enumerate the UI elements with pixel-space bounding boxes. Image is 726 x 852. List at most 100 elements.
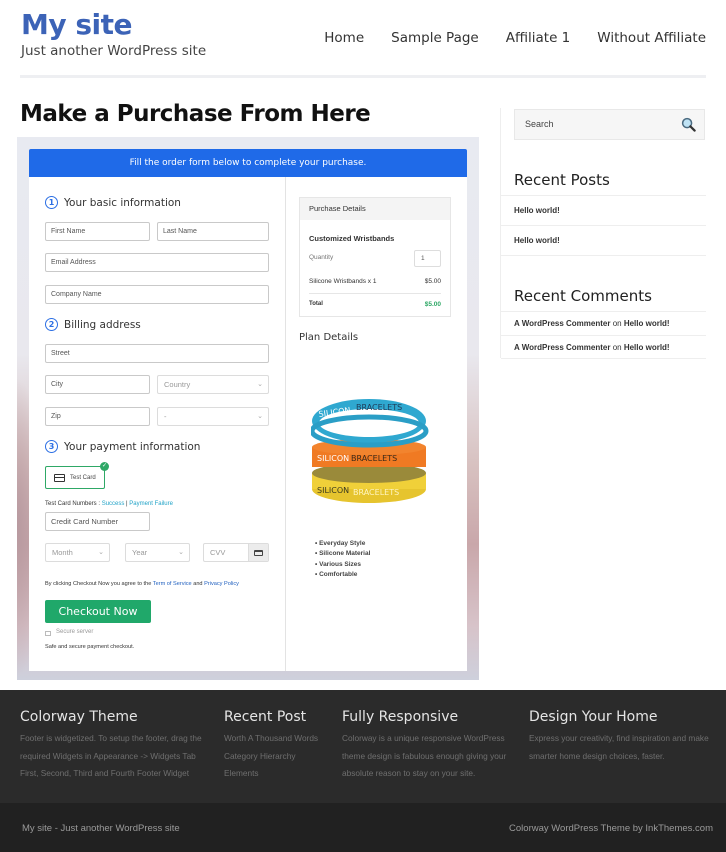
- comment-on: on: [610, 343, 624, 352]
- footer-widgets: Colorway Theme Footer is widgetized. To …: [0, 690, 726, 803]
- month-select[interactable]: Month ⌄: [45, 543, 110, 562]
- cvv-placeholder: CVV: [210, 548, 226, 557]
- footer-text: Colorway is a unique responsive WordPres…: [342, 733, 505, 743]
- chevron-down-icon: ⌄: [98, 549, 104, 556]
- country-value: Country: [164, 380, 191, 389]
- search-icon[interactable]: [681, 117, 696, 132]
- footer-text: absolute reason to stay on your site.: [342, 768, 476, 778]
- nav-home[interactable]: Home: [324, 30, 364, 46]
- year-select[interactable]: Year ⌄: [125, 543, 190, 562]
- section-title: Billing address: [64, 318, 141, 331]
- search-placeholder: Search: [525, 119, 554, 129]
- terms-of-service-link[interactable]: Term of Service: [153, 581, 192, 587]
- footer-post-link[interactable]: Worth A Thousand Words: [224, 730, 318, 748]
- terms-prefix: By clicking Checkout Now you agree to th…: [45, 581, 153, 587]
- first-name-field[interactable]: First Name: [45, 222, 150, 241]
- checkout-form: 1 Your basic information First Name Last…: [29, 177, 467, 671]
- total-value: $5.00: [424, 301, 441, 308]
- bracelets-image: SILICON BRACELETS SILICON BRACELETS SILI…: [311, 399, 429, 503]
- terms-text: By clicking Checkout Now you agree to th…: [45, 581, 239, 587]
- city-field[interactable]: City: [45, 375, 150, 394]
- footer-text: theme design is fabulous enough giving y…: [342, 750, 507, 761]
- search-input[interactable]: Search: [514, 109, 705, 140]
- step-number: 2: [45, 318, 58, 331]
- footer-site-credit[interactable]: My site - Just another WordPress site: [22, 823, 180, 834]
- footer-text: Express your creativity, find inspiratio…: [529, 733, 709, 743]
- test-card-label: Test Card: [70, 474, 96, 481]
- page-title: Make a Purchase From Here: [20, 101, 371, 127]
- nav-affiliate-1[interactable]: Affiliate 1: [506, 30, 571, 46]
- feature-item: • Silicone Material: [315, 550, 371, 558]
- checkout-screenshot: Fill the order form below to complete yo…: [17, 137, 479, 680]
- footer-col-recent-post: Recent Post Worth A Thousand Words Categ…: [224, 709, 318, 783]
- zip-field[interactable]: Zip: [45, 407, 150, 426]
- success-link[interactable]: Success: [102, 501, 125, 507]
- comment-author-link[interactable]: A WordPress Commenter: [514, 319, 610, 328]
- purchase-details-header: Purchase Details: [300, 198, 450, 220]
- section-title: Your payment information: [64, 440, 201, 453]
- total-label: Total: [309, 301, 323, 307]
- recent-comment: A WordPress Commenter on Hello world!: [501, 311, 706, 335]
- credit-card-icon: [54, 473, 65, 482]
- privacy-policy-link[interactable]: Privacy Policy: [204, 581, 239, 587]
- purchase-details: Purchase Details Customized Wristbands Q…: [299, 197, 451, 317]
- street-field[interactable]: Street: [45, 344, 269, 363]
- check-icon: ✓: [100, 462, 109, 471]
- checkout-now-button[interactable]: Checkout Now: [45, 600, 151, 623]
- country-select[interactable]: Country ⌄: [157, 375, 269, 394]
- svg-text:SILICON: SILICON: [317, 486, 349, 495]
- state-value: -: [164, 412, 167, 421]
- safe-text: Safe and secure payment checkout.: [45, 644, 135, 650]
- email-field[interactable]: Email Address: [45, 253, 269, 272]
- section-billing: 2 Billing address: [45, 318, 141, 331]
- nav-without-affiliate[interactable]: Without Affiliate: [597, 30, 706, 46]
- main-nav: Home Sample Page Affiliate 1 Without Aff…: [297, 30, 706, 46]
- terms-and: and: [191, 581, 205, 587]
- site-description: Just another WordPress site: [21, 43, 207, 59]
- lock-icon: [45, 630, 51, 636]
- comment-on: on: [610, 319, 624, 328]
- test-card-option[interactable]: Test Card ✓: [45, 462, 109, 489]
- header-divider: [20, 75, 706, 78]
- footer-col-design-home: Design Your Home Express your creativity…: [529, 709, 709, 765]
- comment-post-link[interactable]: Hello world!: [624, 319, 670, 328]
- site-title[interactable]: My site: [21, 8, 133, 41]
- footer-col-colorway: Colorway Theme Footer is widgetized. To …: [20, 709, 202, 783]
- comment-author-link[interactable]: A WordPress Commenter: [514, 343, 610, 352]
- test-card-numbers: Test Card Numbers : Success | Payment Fa…: [45, 501, 173, 507]
- step-number: 3: [45, 440, 58, 453]
- footer-post-link[interactable]: Elements: [224, 765, 318, 783]
- recent-comments-title: Recent Comments: [514, 287, 652, 305]
- recent-post-link[interactable]: Hello world!: [501, 195, 706, 225]
- footer-theme-credit[interactable]: Colorway WordPress Theme by InkThemes.co…: [509, 823, 713, 834]
- comment-post-link[interactable]: Hello world!: [624, 343, 670, 352]
- quantity-input[interactable]: 1: [414, 250, 441, 267]
- column-divider: [285, 177, 286, 671]
- secure-server: Secure server: [45, 629, 93, 636]
- card-icon: [248, 544, 268, 561]
- company-field[interactable]: Company Name: [45, 285, 269, 304]
- recent-comment: A WordPress Commenter on Hello world!: [501, 335, 706, 359]
- footer-col-responsive: Fully Responsive Colorway is a unique re…: [342, 709, 506, 783]
- section-basic-info: 1 Your basic information: [45, 196, 181, 209]
- line-item: Silicone Wristbands x 1: [309, 278, 377, 285]
- svg-text:SILICON: SILICON: [317, 454, 349, 463]
- payment-failure-link[interactable]: Payment Failure: [129, 501, 173, 507]
- line-price: $5.00: [424, 278, 441, 285]
- section-title: Your basic information: [64, 196, 181, 209]
- state-select[interactable]: - ⌄: [157, 407, 269, 426]
- recent-post-link[interactable]: Hello world!: [501, 225, 706, 256]
- credit-card-number-field[interactable]: Credit Card Number: [45, 512, 150, 531]
- footer-post-link[interactable]: Category Hierarchy: [224, 748, 318, 766]
- divider: [309, 293, 441, 294]
- feature-item: • Comfortable: [315, 570, 358, 578]
- last-name-field[interactable]: Last Name: [157, 222, 269, 241]
- test-numbers-label: Test Card Numbers :: [45, 501, 102, 507]
- footer-text: First, Second, Third and Fourth Footer W…: [20, 768, 190, 778]
- recent-posts-title: Recent Posts: [514, 171, 610, 189]
- footer-col-title: Colorway Theme: [20, 709, 138, 725]
- cvv-field[interactable]: CVV: [203, 543, 269, 562]
- nav-sample-page[interactable]: Sample Page: [391, 30, 479, 46]
- year-value: Year: [132, 548, 148, 557]
- feature-item: • Various Sizes: [315, 560, 362, 568]
